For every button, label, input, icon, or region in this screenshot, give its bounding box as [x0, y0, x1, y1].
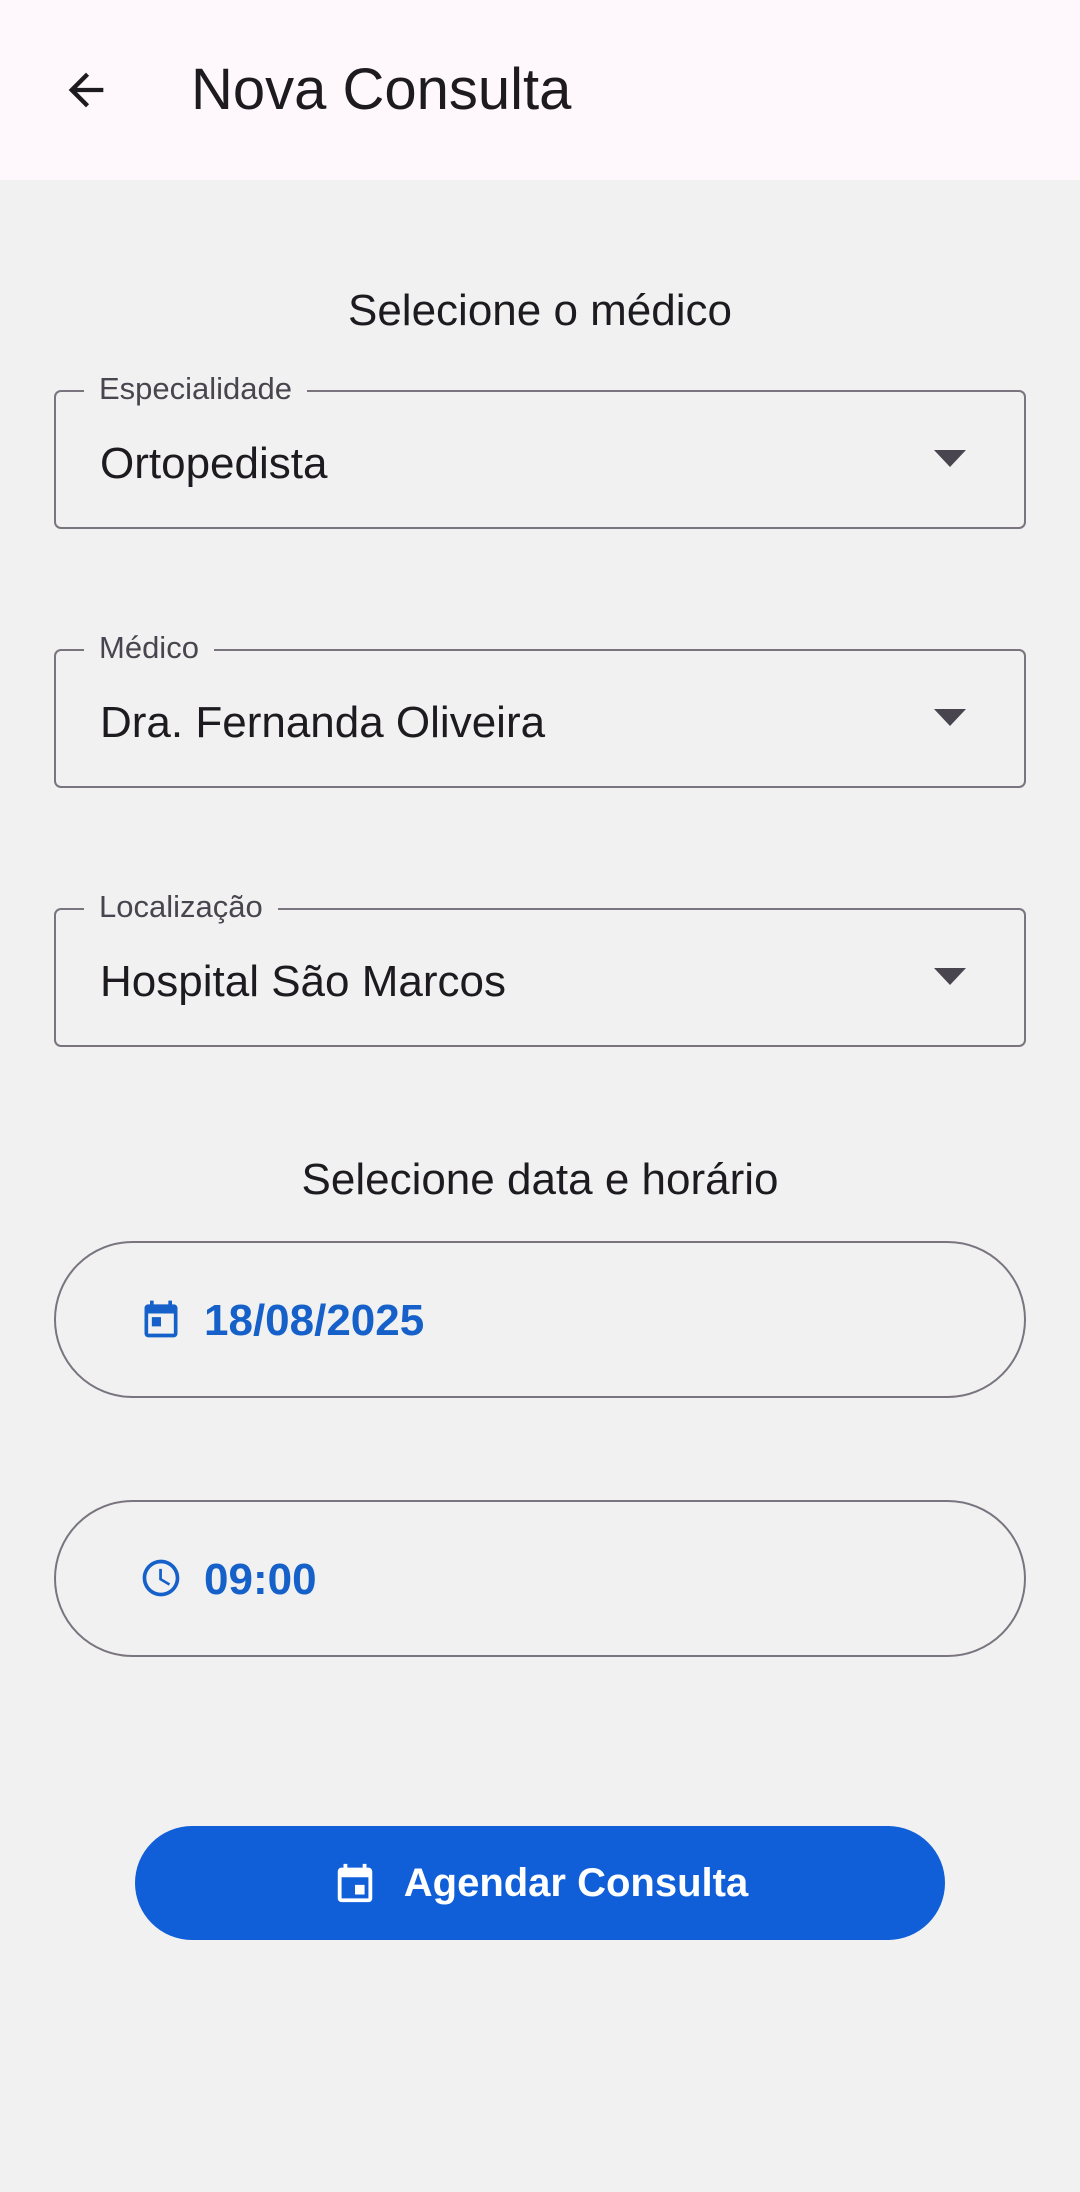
schedule-appointment-label: Agendar Consulta	[403, 1860, 749, 1905]
page-title: Nova Consulta	[191, 57, 572, 122]
location-value: Hospital São Marcos	[100, 957, 506, 1006]
dropdown-arrow-icon	[934, 709, 966, 726]
doctor-label: Médico	[84, 628, 214, 668]
selected-time: 09:00	[204, 1555, 317, 1604]
clock-icon	[142, 1559, 180, 1597]
back-button[interactable]	[40, 44, 132, 136]
datetime-section-title: Selecione data e horário	[301, 1155, 779, 1204]
time-picker-button[interactable]: 09:00	[54, 1500, 1026, 1657]
doctor-dropdown[interactable]: Médico Dra. Fernanda Oliveira	[54, 628, 1026, 788]
location-dropdown[interactable]: Localização Hospital São Marcos	[54, 887, 1026, 1047]
specialty-label: Especialidade	[84, 369, 308, 409]
top-app-bar: Nova Consulta	[0, 0, 1080, 180]
selected-date: 18/08/2025	[204, 1296, 425, 1345]
dropdown-arrow-icon	[934, 968, 966, 985]
dropdown-arrow-icon	[934, 450, 966, 467]
date-picker-button[interactable]: 18/08/2025	[54, 1241, 1026, 1398]
specialty-value: Ortopedista	[100, 439, 328, 488]
doctor-value: Dra. Fernanda Oliveira	[100, 698, 546, 747]
specialty-dropdown[interactable]: Especialidade Ortopedista	[54, 369, 1026, 529]
arrow-back-icon	[68, 72, 104, 108]
schedule-appointment-button[interactable]: Agendar Consulta	[135, 1826, 945, 1940]
location-label: Localização	[84, 887, 278, 927]
calendar-icon	[144, 1300, 178, 1338]
calendar-icon	[337, 1863, 372, 1903]
doctor-section-title: Selecione o médico	[347, 286, 732, 335]
